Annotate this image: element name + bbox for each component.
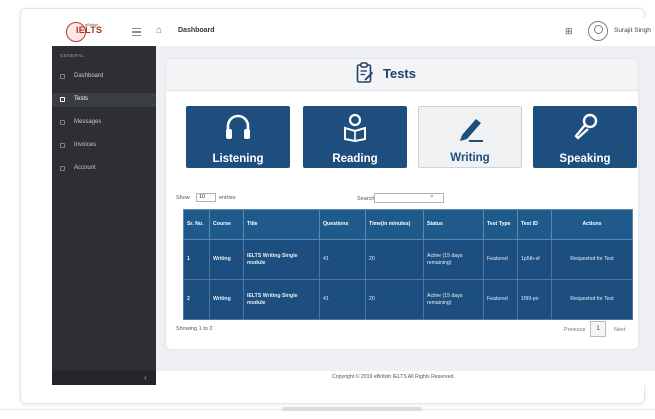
page-footer: Copyright © 2019 eBritish IELTS All Righ… [156,371,655,385]
clipboard-edit-icon [356,62,374,83]
table-cell: Featured [483,239,518,280]
app-logo[interactable]: eBritish IELTS [66,21,108,43]
tile-label: Listening [212,153,264,165]
table-cell: 41 [319,279,366,320]
sidebar-item-label: Invoices [74,142,97,148]
tile-reading[interactable]: Reading [303,106,407,168]
column-header[interactable]: Sr. No. [183,209,210,240]
column-header[interactable]: Time(in minutes) [365,209,424,240]
tile-writing[interactable]: Writing [418,106,522,168]
headphones-icon [226,114,250,139]
user-name[interactable]: Surajit Singh [614,27,651,34]
logo-text: IELTS [76,25,103,35]
request-test-link[interactable]: Requested for Test [551,279,633,320]
microphone-icon [574,113,598,140]
dashboard-icon [60,74,65,79]
tile-label: Speaking [559,153,611,165]
sidebar-item-invoices[interactable]: Invoices [52,139,156,153]
avatar[interactable] [588,21,608,41]
table-cell: 2 [183,279,210,320]
tests-icon [60,97,65,102]
column-header[interactable]: Title [243,209,320,240]
tile-label: Writing [450,152,490,164]
column-header[interactable]: Actions [551,209,633,240]
scroll-handle[interactable] [282,407,422,411]
table-cell: Active (15 days remaining) [423,279,484,320]
column-header[interactable]: Questions [319,209,366,240]
tile-listening[interactable]: Listening [186,106,290,168]
table-cell: 41 [319,239,366,280]
top-bar: eBritish IELTS ⌂ Dashboard ⊞ Surajit Sin… [52,18,655,46]
table-cell: Active (15 days remaining) [423,239,484,280]
sidebar-section-title: GENERAL [60,53,85,58]
entries-select[interactable]: 10 [196,193,216,202]
sidebar-footer: ‹ [52,371,156,385]
table-cell: Writing [209,239,244,280]
table-cell: 1 [183,239,210,280]
collapse-sidebar-icon[interactable]: ‹ [144,373,147,382]
table-row: 1 Writing IELTS Writing Single module 41… [183,239,633,280]
tests-table: Sr. No. Course Title Questions Time(in m… [183,209,633,320]
sidebar-item-messages[interactable]: Messages [52,116,156,130]
sidebar-item-label: Account [74,165,96,171]
table-row: 2 Writing IELTS Writing Single module 41… [183,279,633,320]
table-cell: IELTS Writing Single module [243,279,320,320]
column-header[interactable]: Test Type [483,209,518,240]
table-cell: 20 [365,239,424,280]
table-cell: Writing [209,279,244,320]
home-icon[interactable]: ⌂ [156,26,162,36]
sidebar: GENERAL Dashboard Tests Messages Invoice… [52,46,156,385]
table-cell: 1p5th-sf [517,239,552,280]
sidebar-item-label: Tests [74,96,89,102]
reading-icon [344,113,366,142]
invoices-icon [60,143,65,148]
page-title: Tests [383,66,416,81]
sidebar-item-label: Messages [74,119,102,125]
copyright-text: Copyright © 2019 eBritish IELTS All Righ… [332,374,455,380]
column-header[interactable]: Test ID [517,209,552,240]
table-cell: 20 [365,279,424,320]
account-icon [60,166,65,171]
next-page-button[interactable]: Next [614,327,625,333]
table-cell: Featured [483,279,518,320]
table-cell: IELTS Writing Single module [243,239,320,280]
page-1-button[interactable]: 1 [590,321,606,337]
sidebar-item-account[interactable]: Account [52,162,156,176]
sidebar-item-dashboard[interactable]: Dashboard [52,70,156,84]
column-header[interactable]: Course [209,209,244,240]
apps-grid-icon[interactable]: ⊞ [565,27,573,36]
search-icon: ⌕ [430,193,434,200]
sidebar-item-tests[interactable]: Tests [52,93,156,107]
sidebar-item-label: Dashboard [74,73,104,79]
table-header-row: Sr. No. Course Title Questions Time(in m… [183,209,633,240]
previous-page-button[interactable]: Previous [564,327,585,333]
show-label: Show [176,195,190,201]
messages-icon [60,120,65,125]
entries-label: entries [219,195,236,201]
table-cell: 1f99-pn [517,279,552,320]
menu-icon[interactable] [132,28,141,36]
tile-speaking[interactable]: Speaking [533,106,637,168]
breadcrumb[interactable]: Dashboard [178,27,215,34]
tile-label: Reading [332,153,378,165]
column-header[interactable]: Status [423,209,484,240]
table-info: Showing 1 to 2 [176,326,213,332]
writing-icon [460,119,483,142]
request-test-link[interactable]: Requested for Test [551,239,633,280]
